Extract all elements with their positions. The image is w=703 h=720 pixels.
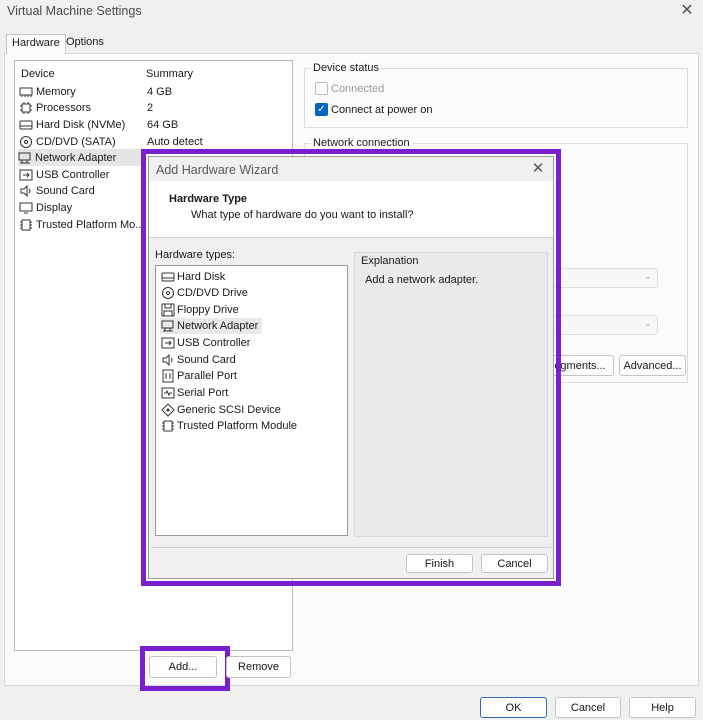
device-summary: 4 GB: [147, 85, 173, 98]
hardware-type-cd-dvd[interactable]: CD/DVD Drive: [160, 285, 248, 301]
usb-icon: [160, 336, 175, 350]
ok-button[interactable]: OK: [480, 697, 547, 718]
window-title: Virtual Machine Settings: [7, 4, 142, 18]
device-status-group: [304, 68, 688, 128]
network-dropdown-2[interactable]: ⌄: [553, 315, 658, 335]
add-hardware-wizard: Add Hardware Wizard ✕ Hardware Type What…: [148, 156, 554, 579]
hardware-type-serial-port[interactable]: Serial Port: [160, 385, 228, 401]
network-adapter-icon: [18, 151, 32, 165]
device-summary: 64 GB: [147, 118, 179, 131]
hardware-type-label: Network Adapter: [177, 320, 259, 332]
finish-button[interactable]: Finish: [406, 554, 473, 573]
add-button[interactable]: Add...: [149, 656, 217, 678]
scsi-icon: [160, 403, 175, 417]
column-header-summary: Summary: [146, 68, 194, 80]
cd-dvd-icon: [18, 135, 33, 149]
wizard-header: Hardware Type What type of hardware do y…: [149, 181, 553, 238]
speaker-icon: [18, 184, 33, 198]
tpm-icon: [18, 218, 33, 232]
device-name: USB Controller: [36, 168, 110, 181]
hardware-type-network-adapter[interactable]: Network Adapter: [160, 318, 263, 334]
hardware-type-parallel-port[interactable]: Parallel Port: [160, 368, 237, 384]
remove-button[interactable]: Remove: [226, 656, 291, 678]
device-name: Network Adapter: [35, 151, 117, 164]
column-header-device: Device: [21, 68, 55, 80]
close-icon[interactable]: ✕: [678, 2, 696, 20]
device-summary: 2: [147, 101, 154, 114]
hardware-type-subtitle: What type of hardware do you want to ins…: [191, 209, 414, 221]
hardware-type-usb-controller[interactable]: USB Controller: [160, 335, 250, 351]
hardware-type-title: Hardware Type: [169, 193, 248, 205]
device-summary: Auto detect: [147, 135, 203, 148]
device-name: Sound Card: [36, 184, 95, 197]
device-row-network-adapter[interactable]: Network Adapter: [18, 149, 143, 166]
device-row-cd-dvd[interactable]: CD/DVD (SATA) Auto detect: [18, 133, 290, 150]
device-row-processors[interactable]: Processors 2: [18, 99, 290, 116]
hard-disk-icon: [18, 118, 33, 132]
device-name: Hard Disk (NVMe): [36, 118, 126, 131]
hardware-type-sound-card[interactable]: Sound Card: [160, 352, 236, 368]
memory-icon: [18, 85, 33, 99]
tab-options[interactable]: Options: [61, 34, 109, 53]
cd-dvd-icon: [160, 286, 175, 300]
hardware-type-label: Generic SCSI Device: [177, 404, 281, 416]
device-name: Processors: [36, 101, 92, 114]
serial-port-icon: [160, 386, 175, 400]
tpm-icon: [160, 419, 175, 433]
hardware-type-label: Floppy Drive: [177, 304, 239, 316]
tab-hardware[interactable]: Hardware: [6, 34, 66, 54]
explanation-label: Explanation: [361, 255, 419, 267]
help-button[interactable]: Help: [629, 697, 696, 718]
connected-checkbox[interactable]: [315, 82, 328, 98]
advanced-button[interactable]: Advanced...: [619, 355, 686, 376]
connect-at-power-on-checkbox[interactable]: ✓: [315, 103, 328, 116]
hardware-type-tpm[interactable]: Trusted Platform Module: [160, 418, 297, 434]
hardware-type-hard-disk[interactable]: Hard Disk: [160, 269, 225, 285]
processor-icon: [18, 101, 33, 115]
monitor-icon: [18, 201, 33, 215]
dialog-separator: [151, 547, 551, 548]
usb-icon: [18, 168, 33, 182]
parallel-port-icon: [160, 369, 175, 383]
device-status-title: Device status: [311, 62, 382, 74]
explanation-text: Add a network adapter.: [365, 274, 479, 286]
device-name: Display: [36, 201, 73, 214]
connected-label: Connected: [331, 83, 385, 95]
floppy-icon: [160, 303, 175, 317]
hardware-type-label: Hard Disk: [177, 271, 226, 283]
hard-disk-icon: [160, 270, 175, 284]
network-dropdown-1[interactable]: ⌄: [553, 268, 658, 288]
cancel-button[interactable]: Cancel: [555, 697, 621, 718]
hardware-type-label: Parallel Port: [177, 370, 237, 382]
hardware-type-label: Sound Card: [177, 354, 236, 366]
speaker-icon: [160, 353, 175, 367]
hardware-type-label: USB Controller: [177, 337, 251, 349]
connect-at-power-on-label: Connect at power on: [331, 104, 433, 116]
hardware-type-scsi[interactable]: Generic SCSI Device: [160, 402, 281, 418]
hardware-type-label: CD/DVD Drive: [177, 287, 248, 299]
network-adapter-icon: [160, 319, 175, 333]
hardware-type-label: Trusted Platform Module: [177, 420, 298, 432]
close-icon[interactable]: ✕: [529, 160, 547, 178]
device-row-memory[interactable]: Memory 4 GB: [18, 83, 290, 100]
explanation-box: Explanation Add a network adapter.: [354, 252, 548, 537]
network-connection-title: Network connection: [311, 137, 412, 149]
device-name: Memory: [36, 85, 76, 98]
hardware-type-floppy[interactable]: Floppy Drive: [160, 302, 239, 318]
hardware-types-label: Hardware types:: [155, 249, 236, 261]
device-row-hard-disk[interactable]: Hard Disk (NVMe) 64 GB: [18, 116, 290, 133]
wizard-title: Add Hardware Wizard: [156, 163, 279, 177]
device-name: Trusted Platform Mo...: [36, 218, 145, 231]
hardware-types-list[interactable]: Hard Disk CD/DVD Drive Floppy Drive Netw…: [155, 265, 348, 536]
hardware-type-label: Serial Port: [177, 387, 229, 399]
wizard-cancel-button[interactable]: Cancel: [481, 554, 548, 573]
device-name: CD/DVD (SATA): [36, 135, 116, 148]
